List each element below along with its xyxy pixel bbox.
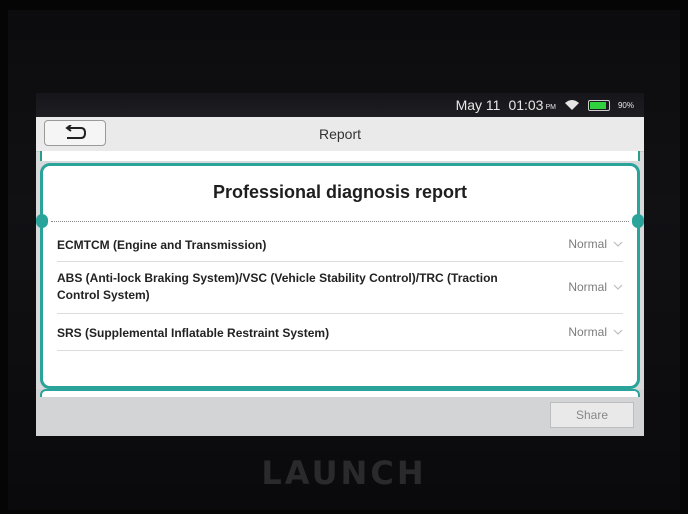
next-section-edge <box>40 389 640 397</box>
status-time: 01:03 <box>508 97 544 113</box>
battery-icon <box>587 99 610 111</box>
row-status[interactable]: Normal <box>568 325 623 339</box>
chevron-down-icon <box>613 241 623 247</box>
previous-section-edge <box>40 151 640 161</box>
bottom-toolbar: Share <box>36 389 644 436</box>
status-ampm: PM <box>545 103 556 111</box>
row-label: ABS (Anti-lock Braking System)/VSC (Vehi… <box>57 271 498 302</box>
share-button[interactable]: Share <box>550 402 634 428</box>
page-title: Report <box>318 126 362 142</box>
report-row-abs-vsc-trc[interactable]: ABS (Anti-lock Braking System)/VSC (Vehi… <box>57 262 623 314</box>
row-status[interactable]: Normal <box>568 237 623 251</box>
status-bar: May 11 01:03 PM 90% <box>36 93 644 117</box>
battery-percent: 90% <box>617 100 634 110</box>
report-heading: Professional diagnosis report <box>212 182 468 202</box>
report-card: Professional diagnosis report ECMTCM (En… <box>36 163 644 389</box>
status-text: Normal <box>568 237 607 251</box>
chevron-down-icon <box>613 329 623 335</box>
title-bar: Report <box>36 117 644 152</box>
row-status[interactable]: Normal <box>568 280 623 294</box>
report-row-srs[interactable]: SRS (Supplemental Inflatable Restraint S… <box>57 314 623 351</box>
status-text: Normal <box>568 325 607 339</box>
tablet-screen: May 11 01:03 PM 90% Report Professional … <box>36 93 644 436</box>
status-text: Normal <box>568 280 607 294</box>
report-row-ecm-tcm[interactable]: ECMTCM (Engine and Transmission) Normal <box>57 228 623 262</box>
card-notch-left <box>36 214 48 228</box>
divider <box>51 221 629 222</box>
row-label: ECMTCM (Engine and Transmission) <box>57 238 267 252</box>
device-brand-logo: LAUNCH <box>261 454 427 492</box>
card-notch-right <box>632 214 644 228</box>
row-label: SRS (Supplemental Inflatable Restraint S… <box>57 326 330 340</box>
wifi-icon <box>564 100 579 110</box>
status-date: May 11 <box>455 97 501 113</box>
chevron-down-icon <box>613 284 623 290</box>
battery-level <box>589 101 607 109</box>
